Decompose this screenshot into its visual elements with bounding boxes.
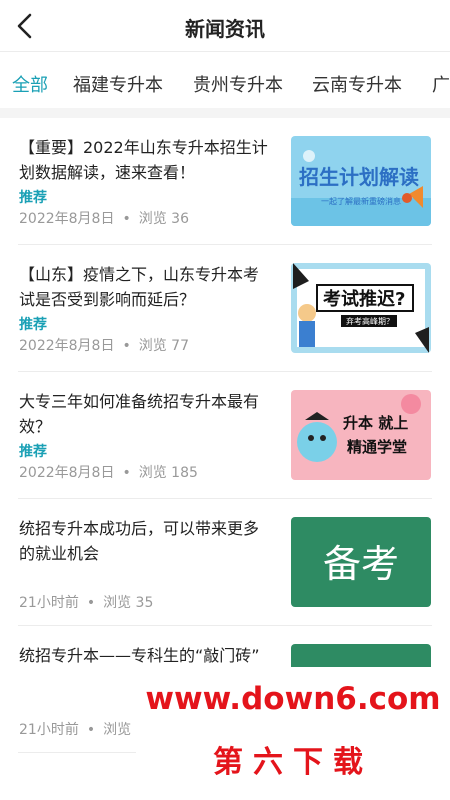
thumb-caption: 备考 <box>323 542 399 586</box>
news-views: 浏览 77 <box>138 338 189 354</box>
news-date: 2022年8月8日 <box>19 211 115 227</box>
section-divider <box>0 108 450 118</box>
watermark-name: 第六下载 <box>213 745 373 780</box>
news-thumbnail: 备考 <box>291 517 431 607</box>
watermark-banner: www.down6.com 第六下载 <box>136 667 450 800</box>
thumb-subcaption: 精通学堂 <box>347 438 407 456</box>
news-date: 2022年8月8日 <box>19 338 115 354</box>
news-headline: 统招专升本——专科生的“敲门砖” <box>19 646 260 665</box>
news-views: 浏览 35 <box>103 595 154 611</box>
recommend-tag: 推荐 <box>19 317 47 333</box>
news-views: 浏览 185 <box>138 465 198 481</box>
tab-guizhou[interactable]: 贵州专升本 <box>193 71 283 97</box>
page-title: 新闻资讯 <box>185 17 265 41</box>
thumb-subcaption: 弃考高峰期？ <box>346 316 394 326</box>
news-headline: 大专三年如何准备统招专升本最有效？ <box>19 392 260 436</box>
news-headline: 【重要】2022年山东专升本招生计划数据解读，速来查看！ <box>19 138 268 182</box>
news-views: 浏览 36 <box>138 211 189 227</box>
news-item[interactable]: 大专三年如何准备统招专升本最有效？ 推荐 2022年8月8日 • 浏览 185 升本… <box>0 372 450 499</box>
news-date: 21小时前 <box>19 595 79 611</box>
recommend-tag: 推荐 <box>19 444 47 460</box>
news-meta: 2022年8月8日 • 浏览 77 <box>19 338 189 354</box>
app-header: 新闻资讯 <box>0 0 450 52</box>
news-thumbnail: 招生计划解读 一起了解最新重磅消息 <box>291 136 431 226</box>
news-meta: 21小时前 • 浏览 35 <box>19 595 154 611</box>
news-date: 2022年8月8日 <box>19 465 115 481</box>
news-headline: 【山东】疫情之下，山东专升本考试是否受到影响而延后？ <box>19 265 260 309</box>
news-thumbnail: 考试推迟? 弃考高峰期？ <box>291 263 431 353</box>
thumb-caption: 升本 就上 <box>343 414 408 432</box>
tab-all[interactable]: 全部 <box>12 71 48 97</box>
thumb-caption: 考试推迟? <box>323 288 405 310</box>
thumb-subcaption: 一起了解最新重磅消息 <box>321 196 401 206</box>
news-date: 21小时前 <box>19 722 79 738</box>
thumb-caption: 招生计划解读 <box>299 165 419 189</box>
tab-guangxi[interactable]: 广 <box>432 71 450 97</box>
watermark-url: www.down6.com <box>145 681 441 717</box>
tab-yunnan[interactable]: 云南专升本 <box>312 71 402 97</box>
news-meta: 2022年8月8日 • 浏览 36 <box>19 211 189 227</box>
category-tabs: 全部 福建专升本 贵州专升本 云南专升本 广 <box>0 52 450 108</box>
tab-fujian[interactable]: 福建专升本 <box>73 71 163 97</box>
recommend-tag: 推荐 <box>19 190 47 206</box>
news-meta: 21小时前 • 浏览 4 <box>19 722 145 738</box>
news-item[interactable]: 统招专升本成功后，可以带来更多的就业机会 21小时前 • 浏览 35 备考 <box>0 499 450 626</box>
news-meta: 2022年8月8日 • 浏览 185 <box>19 465 198 481</box>
news-item[interactable]: 【山东】疫情之下，山东专升本考试是否受到影响而延后？ 推荐 2022年8月8日 •… <box>0 245 450 372</box>
news-item[interactable]: 【重要】2022年山东专升本招生计划数据解读，速来查看！ 推荐 2022年8月8… <box>0 118 450 245</box>
news-headline: 统招专升本成功后，可以带来更多的就业机会 <box>19 519 260 563</box>
news-thumbnail: 升本 就上 精通学堂 <box>291 390 431 480</box>
